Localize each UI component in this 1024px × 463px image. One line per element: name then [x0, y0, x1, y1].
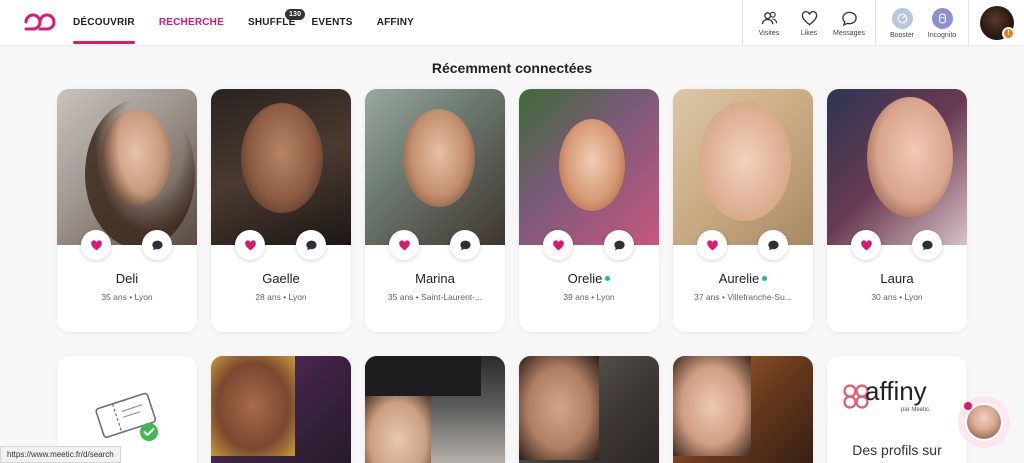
- heart-icon: [90, 239, 102, 250]
- likes-label: Likes: [800, 29, 818, 37]
- profile-photo[interactable]: [673, 356, 813, 463]
- booster-button[interactable]: Booster: [882, 0, 922, 46]
- profile-card-row2-4[interactable]: [673, 356, 813, 463]
- profile-photo[interactable]: [211, 356, 351, 463]
- affiny-promo-card[interactable]: affiny par Meetic Des profils sur: [827, 356, 967, 463]
- profile-photo[interactable]: [365, 89, 505, 245]
- profile-photo[interactable]: [519, 356, 659, 463]
- profile-card-marina[interactable]: Marina 35 ans • Saint-Laurent-...: [365, 89, 505, 332]
- nav-right: Visites Likes Messages Booster Incognito…: [742, 0, 1024, 46]
- incognito-icon: [931, 7, 953, 29]
- message-button[interactable]: [450, 230, 480, 260]
- messages-button[interactable]: Messages: [829, 0, 869, 46]
- message-button[interactable]: [296, 230, 326, 260]
- profile-photo[interactable]: [57, 89, 197, 245]
- chat-bubble-icon: [767, 240, 779, 250]
- profile-name: Gaelle: [262, 271, 300, 286]
- profile-name: Deli: [115, 271, 139, 286]
- profile-meta: 37 ans • Villefranche-Su...: [694, 292, 792, 302]
- like-button[interactable]: [235, 230, 265, 260]
- heart-icon: [244, 239, 256, 250]
- chat-bubble-icon: [459, 240, 471, 250]
- profile-card-gaelle[interactable]: Gaelle 28 ans • Lyon: [211, 89, 351, 332]
- like-button[interactable]: [81, 230, 111, 260]
- profile-card-row2-2[interactable]: [365, 356, 505, 463]
- message-button[interactable]: [142, 230, 172, 260]
- profile-meta: 30 ans • Lyon: [871, 292, 923, 302]
- heart-icon: [552, 239, 564, 250]
- features-group: Booster Incognito: [875, 0, 968, 46]
- main-nav: DÉCOUVRIR RECHERCHE SHUFFLE 130 EVENTS A…: [73, 0, 414, 46]
- heart-icon: [398, 239, 410, 250]
- heart-icon: [706, 239, 718, 250]
- profile-card-row2-1[interactable]: [211, 356, 351, 463]
- online-indicator: [762, 276, 768, 282]
- incognito-label: Incognito: [927, 31, 957, 39]
- profile-card-orelie[interactable]: Orelie 39 ans • Lyon: [519, 89, 659, 332]
- profile-card-aurelie[interactable]: Aurelie 37 ans • Villefranche-Su...: [673, 89, 813, 332]
- like-button[interactable]: [543, 230, 573, 260]
- booster-label: Booster: [889, 31, 915, 39]
- visites-label: Visites: [758, 29, 780, 37]
- nav-shuffle[interactable]: SHUFFLE 130: [248, 0, 306, 46]
- chat-bubble-icon: [305, 240, 317, 250]
- incognito-button[interactable]: Incognito: [922, 0, 962, 46]
- profile-photo[interactable]: [673, 89, 813, 245]
- profile-name: Aurelie: [673, 271, 813, 286]
- affiny-description: Des profils sur: [852, 442, 942, 458]
- like-button[interactable]: [851, 230, 881, 260]
- message-button[interactable]: [604, 230, 634, 260]
- message-button[interactable]: [758, 230, 788, 260]
- message-icon: [841, 11, 857, 26]
- like-button[interactable]: [697, 230, 727, 260]
- profile-card-deli[interactable]: Deli 35 ans • Lyon: [57, 89, 197, 332]
- section-title: Récemment connectées: [431, 60, 593, 76]
- heart-icon: [801, 10, 817, 25]
- profile-menu[interactable]: !: [968, 0, 1024, 46]
- profile-card-laura[interactable]: Laura 30 ans • Lyon: [827, 89, 967, 332]
- browser-status-url: https://www.meetic.fr/d/search: [0, 446, 121, 463]
- profile-photo[interactable]: [211, 89, 351, 245]
- profile-name: Marina: [415, 271, 455, 286]
- profile-name: Orelie: [519, 271, 659, 286]
- top-navbar: DÉCOUVRIR RECHERCHE SHUFFLE 130 EVENTS A…: [0, 0, 1024, 46]
- likes-button[interactable]: Likes: [789, 0, 829, 46]
- profile-photo[interactable]: [519, 89, 659, 245]
- nav-affiny[interactable]: AFFINY: [377, 0, 414, 46]
- nav-recherche[interactable]: RECHERCHE: [159, 0, 224, 46]
- message-button[interactable]: [912, 230, 942, 260]
- booster-icon: [891, 7, 913, 29]
- affiny-wordmark: affiny: [865, 376, 927, 406]
- profile-alert-badge: !: [1002, 27, 1015, 40]
- nav-decouvrir[interactable]: DÉCOUVRIR: [73, 0, 135, 46]
- online-indicator: [605, 276, 611, 282]
- profile-card-row2-3[interactable]: [519, 356, 659, 463]
- messages-label: Messages: [833, 29, 865, 37]
- meetic-logo[interactable]: [22, 8, 56, 36]
- ticket-check-icon: [95, 392, 158, 441]
- profile-photo[interactable]: [827, 89, 967, 245]
- visites-button[interactable]: Visites: [749, 0, 789, 46]
- chat-bubble-icon: [921, 240, 933, 250]
- profile-name: Laura: [880, 271, 914, 286]
- chat-bubble-icon: [613, 240, 625, 250]
- profile-photo[interactable]: [365, 356, 505, 463]
- heart-icon: [860, 239, 872, 250]
- visits-icon: [761, 11, 777, 24]
- floating-chat-avatar[interactable]: [958, 396, 1010, 448]
- affiny-subtitle: par Meetic: [901, 407, 930, 413]
- like-button[interactable]: [389, 230, 419, 260]
- activity-group: Visites Likes Messages: [742, 0, 875, 46]
- profile-meta: 35 ans • Saint-Laurent-...: [387, 292, 483, 302]
- profile-meta: 39 ans • Lyon: [563, 292, 615, 302]
- chat-bubble-icon: [151, 240, 163, 250]
- notification-dot: [964, 402, 972, 410]
- profile-meta: 28 ans • Lyon: [255, 292, 307, 302]
- nav-events[interactable]: EVENTS: [311, 0, 352, 46]
- shuffle-count-badge: 130: [284, 9, 306, 20]
- profile-meta: 35 ans • Lyon: [101, 292, 153, 302]
